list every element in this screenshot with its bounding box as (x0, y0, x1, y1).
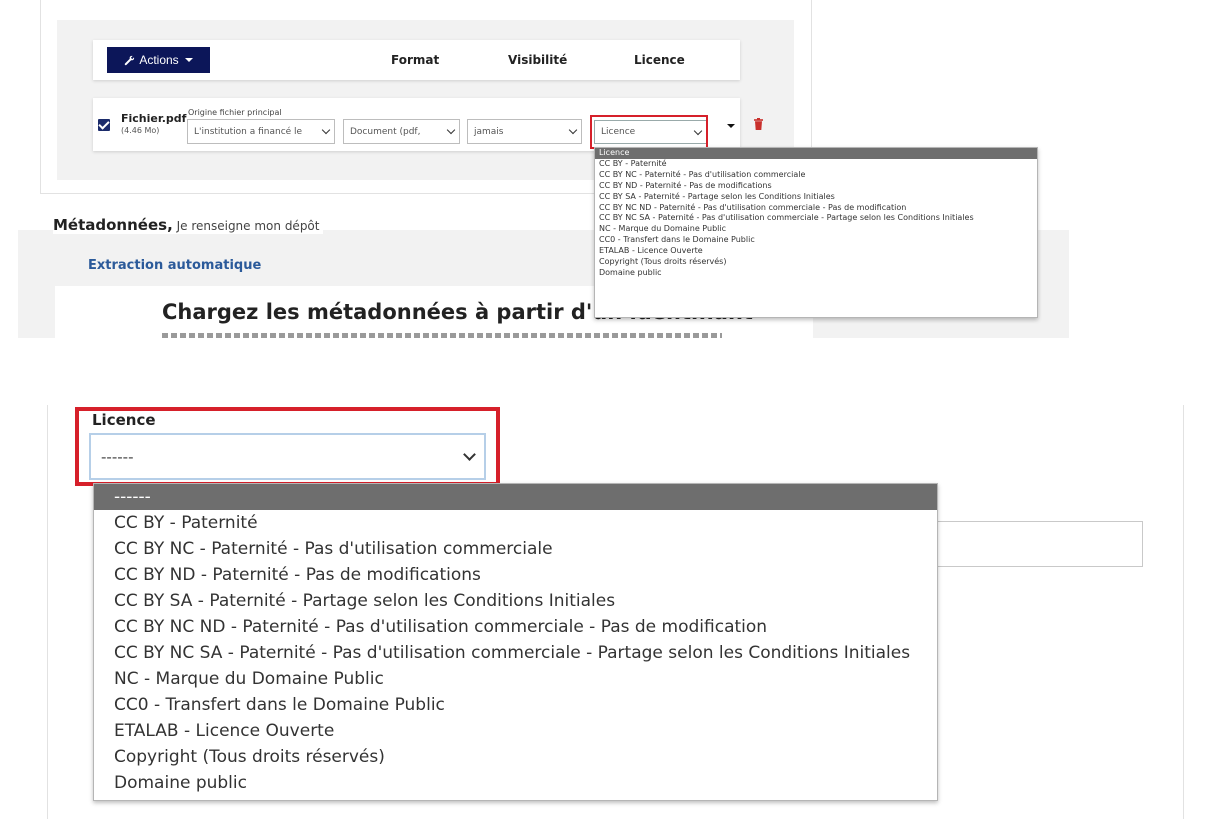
metadata-subtitle: Je renseigne mon dépôt (172, 219, 320, 233)
format-select[interactable]: Document (pdf, (343, 119, 460, 144)
extraction-tab[interactable]: Extraction automatique (88, 258, 261, 273)
column-header-format: Format (391, 53, 440, 67)
chevron-down-icon (321, 125, 331, 135)
background-input[interactable] (936, 521, 1143, 567)
dropdown-option[interactable]: ------ (94, 484, 937, 510)
dropdown-option[interactable]: CC BY NC SA - Paternité - Pas d'utilisat… (595, 213, 1037, 224)
dropdown-option[interactable]: CC0 - Transfert dans le Domaine Public (595, 235, 1037, 246)
actions-label: Actions (139, 53, 179, 67)
dropdown-option[interactable]: CC BY SA - Paternité - Partage selon les… (595, 192, 1037, 203)
origin-label: Origine fichier principal (188, 108, 282, 117)
bottom-frame-border (47, 405, 48, 819)
bottom-frame-border (1183, 405, 1184, 819)
top-frame-border (40, 0, 41, 193)
dropdown-option[interactable]: NC - Marque du Domaine Public (595, 224, 1037, 235)
charge-description (162, 333, 722, 338)
dropdown-option[interactable]: CC BY NC SA - Paternité - Pas d'utilisat… (94, 640, 937, 666)
dropdown-option[interactable]: CC BY - Paternité (94, 510, 937, 536)
actions-button[interactable]: Actions (107, 47, 210, 73)
dropdown-option[interactable]: CC BY ND - Paternité - Pas de modificati… (595, 181, 1037, 192)
licence-dropdown-list: Licence CC BY - Paternité CC BY NC - Pat… (594, 147, 1038, 318)
dropdown-option[interactable]: CC BY NC ND - Paternité - Pas d'utilisat… (94, 614, 937, 640)
metadata-heading: Métadonnées, Je renseigne mon dépôt (53, 216, 324, 234)
file-size: (4.46 Mo) (121, 126, 160, 135)
chevron-down-icon (446, 125, 456, 135)
row-menu-toggle[interactable] (725, 121, 735, 131)
format-select-value: Document (pdf, (350, 126, 421, 137)
dropdown-option[interactable]: CC BY SA - Paternité - Partage selon les… (94, 588, 937, 614)
dropdown-option[interactable]: CC BY NC - Paternité - Pas d'utilisation… (595, 170, 1037, 181)
checkbox-checked-icon[interactable] (98, 119, 110, 131)
dropdown-option[interactable]: ETALAB - Licence Ouverte (94, 718, 937, 744)
wrench-icon (125, 55, 135, 65)
metadata-title: Métadonnées, (53, 216, 173, 234)
dropdown-option[interactable]: CC BY - Paternité (595, 159, 1037, 170)
dropdown-option[interactable]: CC BY NC - Paternité - Pas d'utilisation… (94, 536, 937, 562)
dropdown-option[interactable]: ETALAB - Licence Ouverte (595, 246, 1037, 257)
chevron-down-icon (568, 125, 578, 135)
visibility-select[interactable]: jamais (467, 119, 582, 144)
dropdown-option[interactable]: CC BY ND - Paternité - Pas de modificati… (94, 562, 937, 588)
dropdown-option[interactable]: NC - Marque du Domaine Public (94, 666, 937, 692)
dropdown-option[interactable]: CC BY NC ND - Paternité - Pas d'utilisat… (595, 203, 1037, 214)
origin-select-value: L'institution a financé le (194, 126, 303, 137)
chevron-down-icon (184, 58, 193, 62)
dropdown-option[interactable]: Licence (595, 148, 1037, 159)
dropdown-option[interactable]: Domaine public (595, 268, 1037, 279)
highlight-box (75, 407, 500, 486)
trash-icon[interactable] (754, 118, 763, 130)
dropdown-option[interactable]: Domaine public (94, 770, 937, 796)
dropdown-option[interactable]: Copyright (Tous droits réservés) (595, 257, 1037, 268)
highlight-box (590, 115, 708, 149)
dropdown-option[interactable]: CC0 - Transfert dans le Domaine Public (94, 692, 937, 718)
column-header-visibility: Visibilité (508, 53, 568, 67)
origin-select[interactable]: L'institution a financé le (187, 119, 335, 144)
licence-dropdown-list: ------ CC BY - Paternité CC BY NC - Pate… (93, 483, 938, 801)
visibility-select-value: jamais (474, 126, 504, 137)
column-header-licence: Licence (634, 53, 685, 67)
dropdown-option[interactable]: Copyright (Tous droits réservés) (94, 744, 937, 770)
file-name: Fichier.pdf (121, 112, 187, 125)
chevron-down-icon (727, 124, 735, 128)
